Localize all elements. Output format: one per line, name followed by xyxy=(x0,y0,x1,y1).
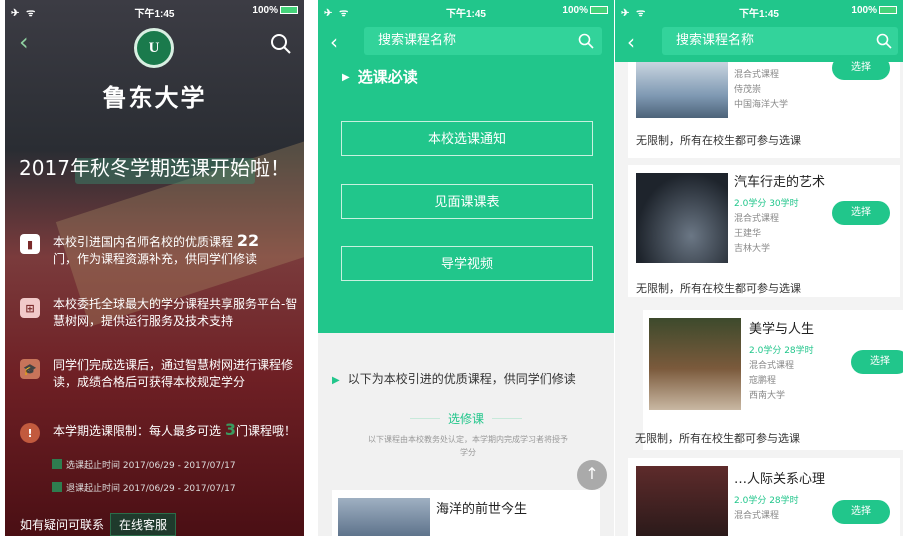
course-credit: 2.0学分 xyxy=(734,199,767,209)
search-input[interactable]: 搜索课程名称 xyxy=(364,27,602,55)
back-chevron-icon[interactable]: ‹ xyxy=(330,30,338,54)
battery-indicator: 100% xyxy=(851,5,897,16)
triangle-right-icon: ▶ xyxy=(342,72,350,83)
course-card[interactable]: 美学与人生 2.0学分 28学时 混合式课程 寇鹏程 西南大学 选择 xyxy=(643,310,903,450)
course-guide-screen: ✈ ᯤ 下午1:45 100% ‹ 搜索课程名称 ▶ 选课必读 本校选课通知 见面… xyxy=(318,0,614,536)
course-hours: 28学时 xyxy=(784,346,814,356)
course-card[interactable]: 混合式课程 侍茂崇 中国海洋大学 选择 无限制，所有在校生都可参与选课 xyxy=(628,56,900,158)
search-icon[interactable] xyxy=(270,33,292,55)
search-icon[interactable] xyxy=(876,33,892,49)
calendar-icon xyxy=(52,459,62,469)
timetable-button[interactable]: 见面课课表 xyxy=(341,184,593,219)
restriction-text: 无限制，所有在校生都可参与选课 xyxy=(636,282,801,295)
info-item-platform: ⊞ 本校委托全球最大的学分课程共享服务平台-智慧树网，提供运行服务及技术支持 xyxy=(20,296,300,330)
status-bar: ✈ ᯤ 下午1:45 100% xyxy=(5,0,304,22)
course-thumbnail xyxy=(636,466,728,536)
search-icon[interactable] xyxy=(578,33,594,49)
status-bar: ✈ ᯤ 下午1:45 100% xyxy=(318,0,614,22)
course-hours: 30学时 xyxy=(769,199,799,209)
course-school: 中国海洋大学 xyxy=(734,100,789,110)
course-type: 混合式课程 xyxy=(749,361,795,371)
info-item-limit: ! 本学期选课限制：每人最多可选 3门课程哦！ xyxy=(20,421,300,443)
select-button[interactable]: 选择 xyxy=(832,56,890,80)
course-school: 吉林大学 xyxy=(734,244,771,254)
battery-icon xyxy=(879,6,897,14)
select-button[interactable]: 选择 xyxy=(832,201,890,225)
search-input[interactable]: 搜索课程名称 xyxy=(662,27,898,55)
calendar-icon xyxy=(52,482,62,492)
course-school: 西南大学 xyxy=(749,391,786,401)
back-chevron-icon[interactable]: ‹ xyxy=(19,30,29,54)
elective-desc: 以下课程由本校教务处认定，本学期内完成学习者将授予学分 xyxy=(368,435,568,457)
drop-period: 退课起止时间 2017/06/29 - 2017/07/17 xyxy=(52,481,236,494)
course-title: 汽车行走的艺术 xyxy=(734,175,826,190)
course-list-screen: ✈ ᯤ 下午1:45 100% ‹ 搜索课程名称 混合式课程 侍茂崇 中国海洋大… xyxy=(615,0,903,536)
select-button[interactable]: 选择 xyxy=(832,500,890,524)
university-name: 鲁东大学 xyxy=(102,84,207,112)
elective-title: 选修课 xyxy=(318,410,614,427)
course-teacher: 寇鹏程 xyxy=(749,376,777,386)
course-type: 混合式课程 xyxy=(734,511,780,521)
course-thumbnail xyxy=(649,318,741,410)
contact-label: 如有疑问可联系 xyxy=(20,518,105,532)
course-thumbnail xyxy=(338,498,430,536)
battery-icon xyxy=(280,6,298,14)
triangle-right-icon: ▶ xyxy=(332,375,340,386)
headline: 2017年秋冬学期选课开始啦！ xyxy=(19,156,290,180)
info-item-courses: ▮ 本校引进国内名师名校的优质课程 22 门，作为课程资源补充，供同学们修读 xyxy=(20,232,300,268)
screenshot-collage: ✈ ᯤ 下午1:45 100% ‹ U 鲁东大学 2017年秋冬学期选课开始啦！… xyxy=(0,0,903,536)
contact-row: 如有疑问可联系 在线客服 xyxy=(20,513,177,536)
online-service-button[interactable]: 在线客服 xyxy=(110,513,177,536)
info-item-credits: 🎓 同学们完成选课后，通过智慧树网进行课程修读，成绩合格后可获得本校规定学分 xyxy=(20,357,300,391)
course-title: …人际关系心理 xyxy=(734,472,826,487)
course-credit: 2.0学分 xyxy=(734,496,767,506)
course-card[interactable]: 汽车行走的艺术 2.0学分 30学时 混合式课程 王建华 吉林大学 选择 无限制… xyxy=(628,165,900,297)
course-hours: 28学时 xyxy=(769,496,799,506)
status-bar: ✈ ᯤ 下午1:45 100% xyxy=(615,0,903,22)
course-title: 海洋的前世今生 xyxy=(436,502,528,517)
restriction-text: 无限制，所有在校生都可参与选课 xyxy=(635,432,800,445)
section-title: ▶ 选课必读 xyxy=(342,68,418,86)
course-book-icon: ▮ xyxy=(20,234,40,254)
course-title: 美学与人生 xyxy=(749,322,815,337)
courses-intro: ▶ 以下为本校引进的优质课程，供同学们修读 xyxy=(332,372,576,386)
select-button[interactable]: 选择 xyxy=(851,350,903,374)
course-thumbnail xyxy=(636,173,728,263)
select-period: 选课起止时间 2017/06/29 - 2017/07/17 xyxy=(52,458,236,471)
platform-icon: ⊞ xyxy=(20,298,40,318)
course-teacher: 侍茂崇 xyxy=(734,85,762,95)
university-logo: U xyxy=(134,28,174,68)
scroll-top-icon[interactable]: ↑ xyxy=(577,460,607,490)
back-chevron-icon[interactable]: ‹ xyxy=(627,30,635,54)
battery-indicator: 100% xyxy=(252,5,298,16)
promo-screen: ✈ ᯤ 下午1:45 100% ‹ U 鲁东大学 2017年秋冬学期选课开始啦！… xyxy=(5,0,304,536)
course-credit: 2.0学分 xyxy=(749,346,782,356)
course-thumbnail xyxy=(636,62,728,118)
video-button[interactable]: 导学视频 xyxy=(341,246,593,281)
course-card[interactable]: …人际关系心理 2.0学分 28学时 混合式课程 选择 xyxy=(628,458,900,536)
course-type: 混合式课程 xyxy=(734,70,780,80)
battery-icon xyxy=(590,6,608,14)
info-circle-icon: ! xyxy=(20,423,40,443)
battery-indicator: 100% xyxy=(562,5,608,16)
notice-button[interactable]: 本校选课通知 xyxy=(341,121,593,156)
graduation-cap-icon: 🎓 xyxy=(20,359,40,379)
restriction-text: 无限制，所有在校生都可参与选课 xyxy=(636,134,801,147)
course-card[interactable]: 海洋的前世今生 xyxy=(332,490,600,536)
course-teacher: 王建华 xyxy=(734,229,762,239)
course-type: 混合式课程 xyxy=(734,214,780,224)
